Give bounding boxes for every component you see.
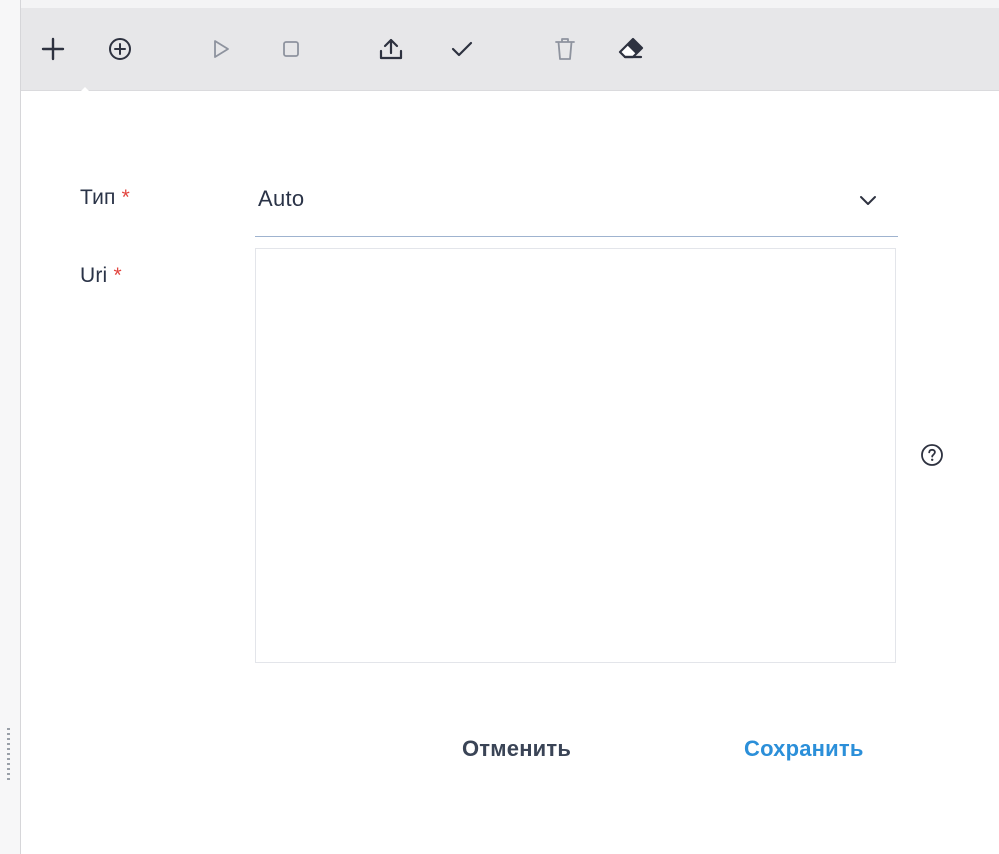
help-button[interactable]: [920, 443, 944, 472]
play-icon: [214, 40, 229, 58]
apply-button[interactable]: [436, 8, 488, 90]
clear-button[interactable]: [605, 8, 657, 90]
add-child-button[interactable]: [94, 8, 146, 90]
required-marker: *: [113, 264, 122, 287]
add-button[interactable]: [27, 8, 79, 90]
chevron-down-icon: [860, 196, 876, 205]
check-icon: [451, 41, 473, 57]
stop-icon: [283, 41, 299, 57]
type-field-label: Тип *: [80, 186, 130, 210]
toolbar: [21, 8, 999, 99]
uri-textarea[interactable]: [255, 248, 896, 663]
window-top-edge: [0, 0, 999, 8]
run-button[interactable]: [195, 8, 247, 90]
trash-icon: [555, 38, 575, 60]
upload-button[interactable]: [365, 8, 417, 90]
plus-icon: [41, 37, 65, 61]
stop-button[interactable]: [265, 8, 317, 90]
left-pane-divider[interactable]: [0, 0, 21, 854]
circle-plus-icon: [109, 38, 131, 60]
type-label-text: Тип: [80, 186, 116, 209]
type-select-value: Auto: [258, 186, 305, 211]
resize-grip[interactable]: [7, 728, 10, 780]
required-marker: *: [121, 186, 130, 209]
cancel-button[interactable]: Отменить: [462, 736, 571, 762]
uri-label-text: Uri: [80, 264, 108, 287]
delete-button[interactable]: [539, 8, 591, 90]
type-select[interactable]: Auto: [255, 172, 898, 237]
uri-form-panel: Тип * Auto Uri * Отменить Сохранить: [21, 91, 999, 854]
eraser-icon: [618, 37, 644, 59]
save-button[interactable]: Сохранить: [744, 736, 864, 762]
uri-field-label: Uri *: [80, 264, 122, 288]
question-circle-icon: [921, 444, 943, 466]
upload-icon: [379, 38, 403, 60]
